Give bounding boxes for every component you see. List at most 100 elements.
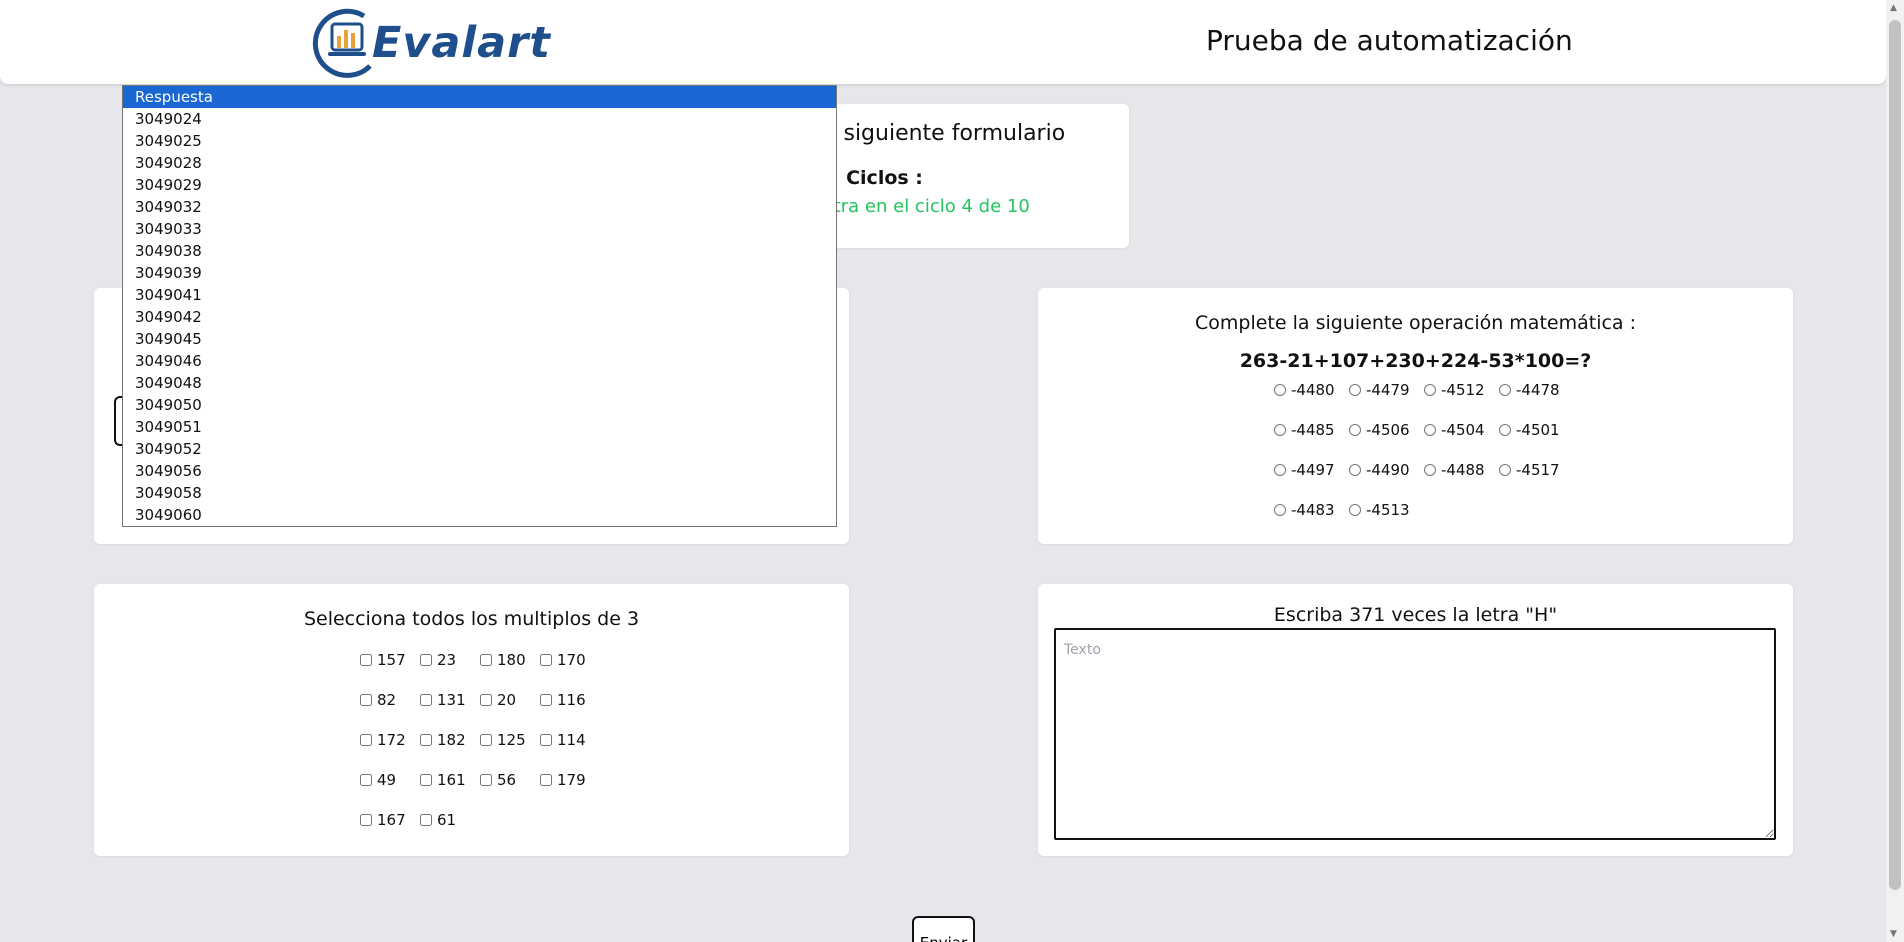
math-option[interactable]: -4478: [1499, 379, 1574, 401]
multiple-checkbox[interactable]: [540, 694, 552, 706]
dropdown-option[interactable]: 3049029: [123, 174, 836, 196]
multiple-option-label: 172: [377, 731, 406, 749]
math-option[interactable]: -4513: [1349, 499, 1424, 521]
dropdown-option[interactable]: 3049058: [123, 482, 836, 504]
math-radio[interactable]: [1499, 464, 1511, 476]
multiple-option[interactable]: 23: [420, 649, 480, 671]
math-option[interactable]: -4488: [1424, 459, 1499, 481]
multiple-option[interactable]: 182: [420, 729, 480, 751]
multiple-checkbox[interactable]: [420, 694, 432, 706]
math-radio[interactable]: [1349, 424, 1361, 436]
dropdown-option[interactable]: 3049046: [123, 350, 836, 372]
multiple-option[interactable]: 131: [420, 689, 480, 711]
math-option[interactable]: -4490: [1349, 459, 1424, 481]
math-option[interactable]: -4517: [1499, 459, 1574, 481]
math-option-label: -4513: [1366, 501, 1410, 519]
multiple-option[interactable]: 125: [480, 729, 540, 751]
math-option[interactable]: -4506: [1349, 419, 1424, 441]
multiple-checkbox[interactable]: [360, 734, 372, 746]
multiple-checkbox[interactable]: [540, 774, 552, 786]
math-option-label: -4479: [1366, 381, 1410, 399]
multiple-option[interactable]: 161: [420, 769, 480, 791]
submit-button[interactable]: Enviar: [912, 916, 975, 942]
multiple-checkbox[interactable]: [480, 694, 492, 706]
math-option-label: -4483: [1291, 501, 1335, 519]
multiple-option[interactable]: 172: [360, 729, 420, 751]
multiple-checkbox[interactable]: [360, 814, 372, 826]
math-radio[interactable]: [1499, 384, 1511, 396]
multiple-checkbox[interactable]: [540, 734, 552, 746]
math-option-label: -4490: [1366, 461, 1410, 479]
multiple-checkbox[interactable]: [480, 654, 492, 666]
math-option[interactable]: -4504: [1424, 419, 1499, 441]
dropdown-option[interactable]: 3049038: [123, 240, 836, 262]
multiple-checkbox[interactable]: [360, 654, 372, 666]
multiple-checkbox[interactable]: [480, 774, 492, 786]
multiple-option[interactable]: 49: [360, 769, 420, 791]
dropdown-option[interactable]: 3049050: [123, 394, 836, 416]
multiple-checkbox[interactable]: [540, 654, 552, 666]
answer-dropdown-list[interactable]: Respuesta 3049024 3049025 3049028 3049029 304…: [122, 85, 837, 527]
dropdown-option[interactable]: 3049041: [123, 284, 836, 306]
scroll-up-icon[interactable]: ▲: [1890, 3, 1897, 13]
math-option[interactable]: -4483: [1274, 499, 1349, 521]
multiple-option[interactable]: 61: [420, 809, 480, 831]
multiple-option[interactable]: 114: [540, 729, 600, 751]
multiple-checkbox[interactable]: [360, 774, 372, 786]
math-option[interactable]: -4497: [1274, 459, 1349, 481]
dropdown-option[interactable]: 3049051: [123, 416, 836, 438]
page-scrollbar[interactable]: ▲ ▼: [1886, 0, 1904, 942]
dropdown-option[interactable]: Respuesta: [123, 86, 836, 108]
multiple-option[interactable]: 56: [480, 769, 540, 791]
math-radio[interactable]: [1274, 424, 1286, 436]
multiple-option[interactable]: 170: [540, 649, 600, 671]
math-radio[interactable]: [1349, 504, 1361, 516]
dropdown-option[interactable]: 3049039: [123, 262, 836, 284]
math-option[interactable]: -4479: [1349, 379, 1424, 401]
multiple-checkbox[interactable]: [420, 654, 432, 666]
scroll-thumb[interactable]: [1889, 20, 1901, 890]
math-radio[interactable]: [1424, 464, 1436, 476]
multiple-checkbox[interactable]: [360, 694, 372, 706]
text-card: Escriba 371 veces la letra "H": [1038, 584, 1793, 856]
text-title: Escriba 371 veces la letra "H": [1273, 604, 1558, 626]
dropdown-option[interactable]: 3049045: [123, 328, 836, 350]
multiple-checkbox[interactable]: [480, 734, 492, 746]
multiple-option[interactable]: 180: [480, 649, 540, 671]
math-option[interactable]: -4501: [1499, 419, 1574, 441]
multiple-option[interactable]: 167: [360, 809, 420, 831]
math-radio[interactable]: [1424, 384, 1436, 396]
math-option[interactable]: -4480: [1274, 379, 1349, 401]
math-radio[interactable]: [1274, 384, 1286, 396]
multiple-option[interactable]: 116: [540, 689, 600, 711]
multiple-checkbox[interactable]: [420, 814, 432, 826]
math-radio[interactable]: [1349, 464, 1361, 476]
dropdown-option[interactable]: 3049052: [123, 438, 836, 460]
math-radio[interactable]: [1274, 504, 1286, 516]
dropdown-option[interactable]: 3049024: [123, 108, 836, 130]
math-option[interactable]: -4485: [1274, 419, 1349, 441]
multiple-checkbox[interactable]: [420, 774, 432, 786]
dropdown-option[interactable]: 3049048: [123, 372, 836, 394]
math-radio[interactable]: [1349, 384, 1361, 396]
text-input[interactable]: [1054, 628, 1776, 840]
math-radio[interactable]: [1274, 464, 1286, 476]
multiple-option[interactable]: 157: [360, 649, 420, 671]
dropdown-option[interactable]: 3049042: [123, 306, 836, 328]
multiple-option[interactable]: 20: [480, 689, 540, 711]
dropdown-option[interactable]: 3049032: [123, 196, 836, 218]
dropdown-option[interactable]: 3049025: [123, 130, 836, 152]
multiple-option-label: 179: [557, 771, 586, 789]
multiple-option[interactable]: 179: [540, 769, 600, 791]
multiple-option[interactable]: 82: [360, 689, 420, 711]
multiple-checkbox[interactable]: [420, 734, 432, 746]
math-radio[interactable]: [1424, 424, 1436, 436]
scroll-down-icon[interactable]: ▼: [1890, 929, 1897, 939]
dropdown-option[interactable]: 3049060: [123, 504, 836, 526]
math-option-label: -4488: [1441, 461, 1485, 479]
math-radio[interactable]: [1499, 424, 1511, 436]
dropdown-option[interactable]: 3049033: [123, 218, 836, 240]
dropdown-option[interactable]: 3049056: [123, 460, 836, 482]
math-option[interactable]: -4512: [1424, 379, 1499, 401]
dropdown-option[interactable]: 3049028: [123, 152, 836, 174]
